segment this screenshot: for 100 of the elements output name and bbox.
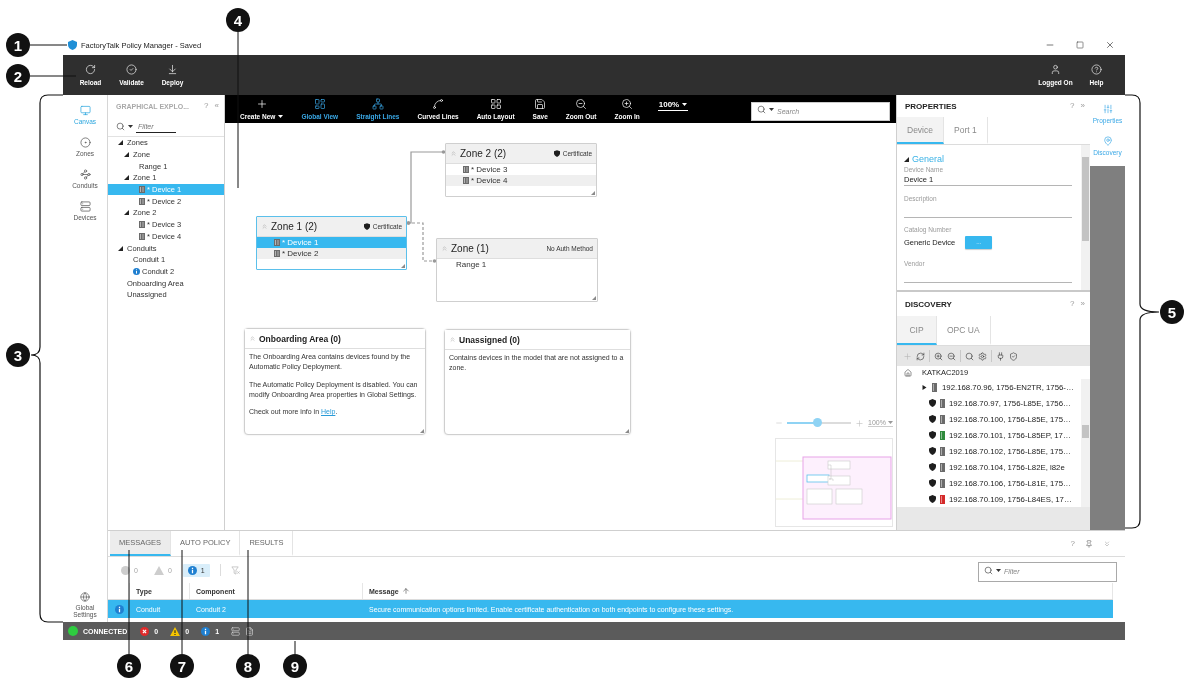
callout-line [29, 75, 77, 77]
device-row[interactable]: * Device 2 [257, 248, 406, 259]
home-icon [904, 368, 912, 377]
device-icon [139, 197, 145, 205]
callout-line [29, 44, 68, 46]
info-icon [187, 565, 197, 575]
card-title: Onboarding Area (0) [259, 333, 341, 344]
help-icon [1091, 64, 1102, 75]
callout-marker: 7 [170, 654, 194, 678]
zoom-select[interactable]: 100% [657, 99, 689, 111]
server-icon[interactable] [231, 626, 241, 636]
refresh-icon[interactable] [916, 351, 925, 361]
callout-marker: 1 [6, 33, 30, 57]
device-icon [139, 186, 145, 194]
app-logo-icon [68, 40, 77, 50]
device-icon [274, 239, 280, 246]
double-chevron-icon[interactable] [261, 223, 268, 230]
zone-title: Zone 1 (2) [271, 221, 318, 232]
minimap[interactable] [775, 438, 893, 527]
callout-marker: 8 [236, 654, 260, 678]
zoom-out-icon[interactable] [947, 351, 956, 361]
network-icon [371, 98, 384, 110]
card-title: Unassigned (0) [459, 334, 520, 345]
server-icon [79, 200, 91, 212]
caret-icon [996, 568, 1001, 572]
resize-grip-icon[interactable] [591, 191, 595, 195]
zone-title: Zone 2 (2) [460, 148, 507, 159]
caret-icon[interactable] [124, 210, 129, 216]
close-icon [1105, 40, 1115, 50]
callout-marker: 2 [6, 64, 30, 88]
document-icon[interactable] [245, 626, 255, 636]
callout-line [294, 640, 296, 655]
panel-title: DISCOVERY [905, 299, 952, 309]
resize-grip-icon[interactable] [592, 296, 596, 300]
zoom-out-icon [575, 98, 588, 110]
double-chevron-icon[interactable] [449, 336, 456, 343]
plug-icon[interactable] [996, 351, 1005, 361]
caret-icon[interactable] [118, 140, 123, 146]
user-icon [1050, 64, 1061, 75]
nodes-icon [79, 168, 91, 180]
curve-icon [432, 98, 445, 110]
layout-icon [313, 98, 326, 110]
device-icon [139, 221, 145, 229]
zoom-in-icon [621, 98, 634, 110]
scrollbar[interactable] [1081, 145, 1090, 290]
search-icon[interactable] [116, 122, 125, 131]
caret-icon[interactable] [124, 152, 129, 158]
gear-icon[interactable] [978, 351, 987, 361]
double-chevron-icon[interactable] [450, 150, 457, 157]
plus-icon [255, 98, 268, 110]
maximize-icon [1076, 41, 1084, 49]
caret-icon[interactable] [904, 156, 909, 162]
callout-marker: 3 [6, 343, 30, 367]
double-chevron-icon[interactable] [249, 335, 256, 342]
grid-icon [489, 98, 502, 110]
device-icon [274, 250, 280, 257]
resize-grip-icon[interactable] [625, 429, 629, 433]
pin-icon[interactable] [1085, 539, 1093, 548]
double-chevron-icon[interactable] [441, 245, 448, 252]
caret-icon [887, 421, 893, 424]
check-circle-icon [126, 64, 137, 75]
panel-title: PROPERTIES [905, 101, 957, 111]
error-icon [140, 626, 150, 636]
caret-icon [769, 107, 774, 111]
search-icon [757, 104, 766, 114]
sliders-icon [1102, 103, 1113, 114]
plus-icon[interactable] [855, 418, 864, 428]
caret-icon [682, 102, 688, 106]
info-icon [201, 626, 211, 636]
double-chevron-icon[interactable] [1103, 539, 1111, 548]
caret-icon[interactable] [118, 245, 123, 251]
info-icon [114, 604, 124, 614]
error-icon [121, 565, 130, 575]
caret-icon [128, 125, 133, 128]
callout-marker: 4 [226, 8, 250, 32]
zoom-in-icon[interactable] [934, 351, 943, 361]
monitor-icon [79, 104, 91, 116]
caret-icon[interactable] [124, 175, 129, 181]
search-icon[interactable] [965, 351, 974, 361]
globe-icon [80, 591, 90, 602]
caret-icon [278, 115, 284, 118]
funnel-icon[interactable] [230, 565, 240, 575]
map-pin-icon [1102, 135, 1113, 146]
resize-grip-icon[interactable] [401, 264, 405, 268]
slider-thumb[interactable] [812, 418, 822, 427]
download-icon [167, 64, 178, 75]
device-row[interactable]: * Device 4 [446, 175, 596, 186]
conduit-line[interactable] [406, 221, 437, 263]
reload-icon [85, 64, 96, 75]
callout-marker: 9 [283, 654, 307, 678]
caret-icon[interactable] [922, 384, 927, 390]
shield-check-icon[interactable] [1009, 351, 1018, 361]
search-icon [984, 565, 993, 575]
resize-grip-icon[interactable] [420, 429, 424, 433]
scrollbar[interactable] [1081, 379, 1090, 507]
device-icon [139, 232, 145, 240]
save-icon [534, 98, 547, 110]
zone-title: Zone (1) [451, 243, 489, 254]
callout-marker: 6 [117, 654, 141, 678]
warning-icon [170, 626, 181, 636]
